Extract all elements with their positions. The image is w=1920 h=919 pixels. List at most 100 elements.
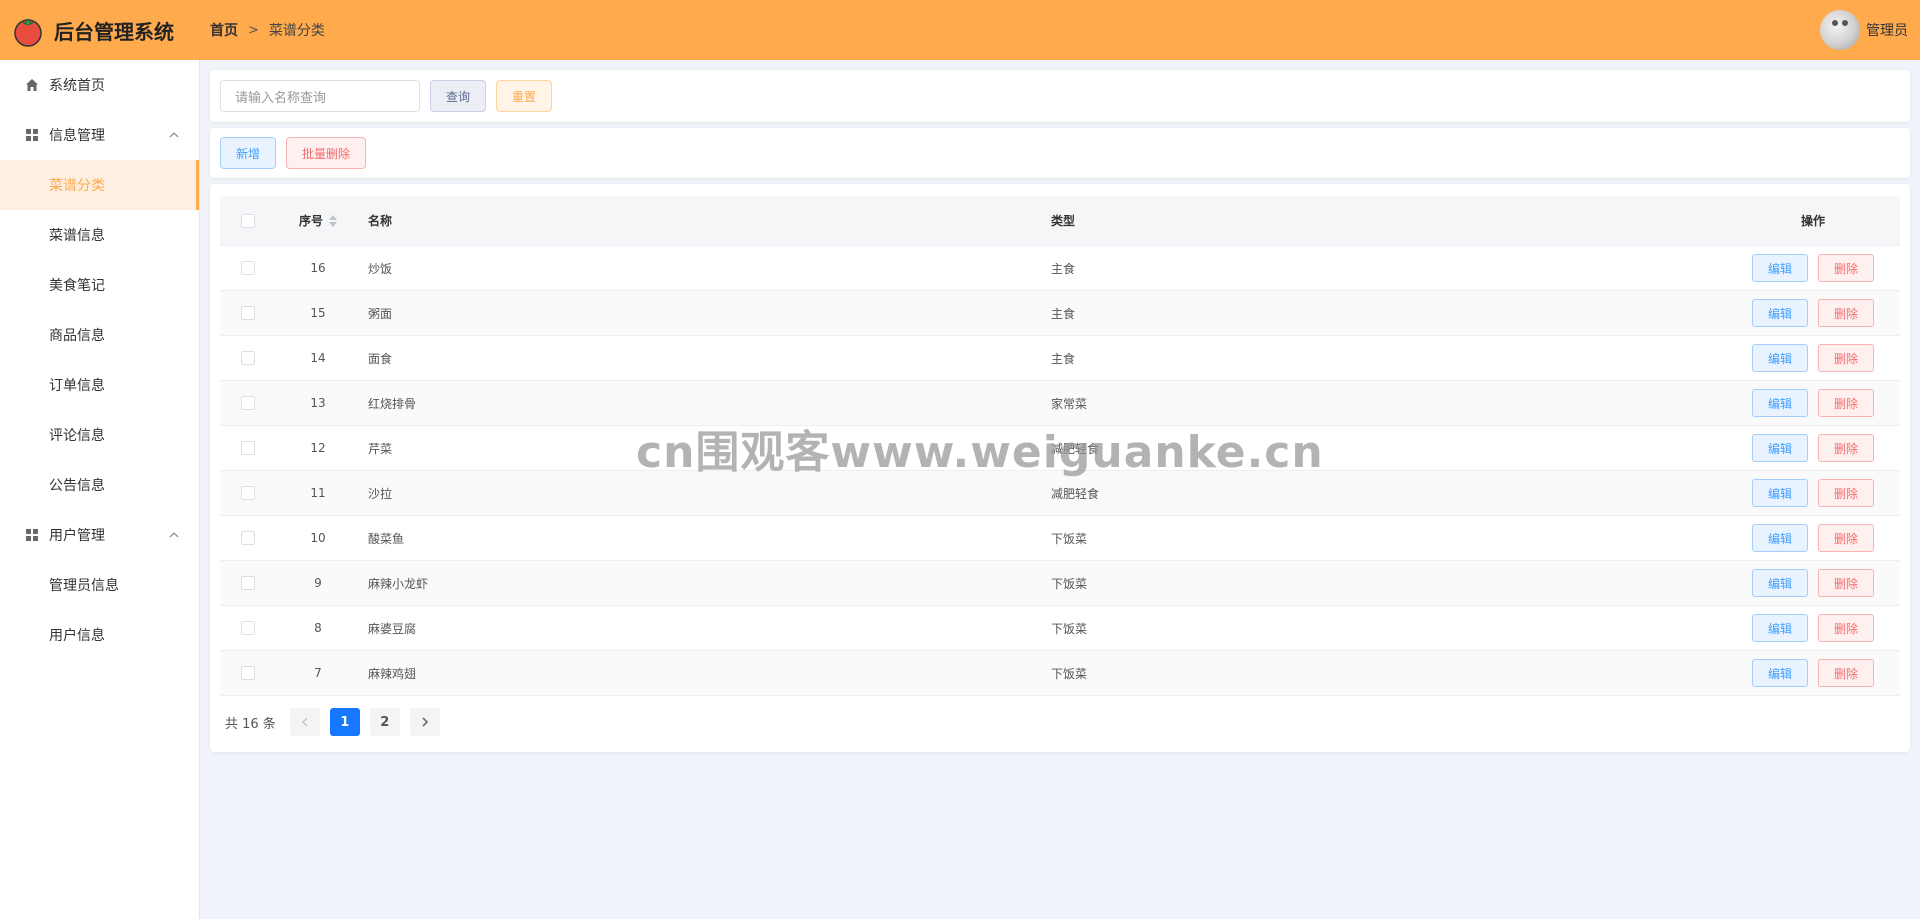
- table-row: 7 麻辣鸡翅 下饭菜 编辑 删除: [220, 651, 1900, 696]
- row-checkbox[interactable]: [241, 666, 255, 680]
- sidebar-item-home[interactable]: 系统首页: [0, 60, 199, 110]
- page-button-2[interactable]: 2: [369, 708, 400, 736]
- edit-button[interactable]: 编辑: [1752, 479, 1808, 507]
- search-input[interactable]: 请输入名称查询: [220, 80, 420, 112]
- cell-index: 12: [310, 441, 326, 455]
- logo: 后台管理系统: [0, 13, 200, 47]
- edit-button[interactable]: 编辑: [1752, 389, 1808, 417]
- cell-type: 下饭菜: [1051, 576, 1088, 591]
- sidebar-item-product-info[interactable]: 商品信息: [0, 310, 199, 360]
- page-button-1[interactable]: 1: [329, 708, 360, 736]
- delete-button[interactable]: 删除: [1818, 299, 1874, 327]
- table-body: 16 炒饭 主食 编辑 删除 15 粥面 主食 编辑 删除 14 面食 主食 编辑 删除 13 红烧排骨 家常菜编…: [220, 246, 1900, 696]
- table-row: 8 麻婆豆腐 下饭菜 编辑 删除: [220, 606, 1900, 651]
- row-checkbox[interactable]: [241, 486, 255, 500]
- header-index-label: 序号: [298, 214, 323, 228]
- select-all-checkbox[interactable]: [241, 213, 255, 228]
- table-row: 9 麻辣小龙虾 下饭菜 编辑 删除: [220, 561, 1900, 606]
- sidebar-item-user-info[interactable]: 用户信息: [0, 610, 199, 660]
- header-operation: 操作: [1800, 214, 1825, 228]
- table-header: 序号 名称 类型 操作: [220, 196, 1900, 246]
- row-checkbox[interactable]: [241, 441, 255, 455]
- header-name: 名称: [368, 214, 393, 228]
- cell-name: 面食: [368, 351, 393, 366]
- row-checkbox[interactable]: [241, 531, 255, 545]
- cell-type: 减肥轻食: [1051, 441, 1100, 456]
- pagination: 共 16 条 1 2: [220, 708, 1900, 736]
- row-checkbox[interactable]: [241, 306, 255, 320]
- sidebar-group-info-management[interactable]: 信息管理: [0, 110, 199, 160]
- action-bar: 新增 批量删除: [210, 128, 1910, 178]
- breadcrumb: 首页 > 菜谱分类: [210, 20, 325, 40]
- chevron-right-icon[interactable]: [409, 708, 440, 736]
- cell-index: 11: [310, 486, 326, 500]
- row-checkbox[interactable]: [241, 261, 255, 275]
- cell-type: 下饭菜: [1051, 666, 1088, 681]
- user-menu[interactable]: 管理员: [1820, 0, 1908, 60]
- breadcrumb-current: 菜谱分类: [268, 23, 325, 39]
- batch-delete-button[interactable]: 批量删除: [286, 137, 366, 169]
- delete-button[interactable]: 删除: [1818, 569, 1874, 597]
- cell-type: 减肥轻食: [1051, 486, 1100, 501]
- edit-button[interactable]: 编辑: [1752, 614, 1808, 642]
- search-bar: 请输入名称查询 查询 重置: [210, 70, 1910, 122]
- sidebar-item-recipe-info[interactable]: 菜谱信息: [0, 210, 199, 260]
- sidebar-item-notice-info[interactable]: 公告信息: [0, 460, 199, 510]
- row-checkbox[interactable]: [241, 621, 255, 635]
- chevron-left-icon[interactable]: [289, 708, 320, 736]
- sidebar-item-food-notes[interactable]: 美食笔记: [0, 260, 199, 310]
- header-type: 类型: [1051, 214, 1076, 228]
- top-header: 后台管理系统 首页 > 菜谱分类 管理员: [0, 0, 1920, 60]
- sidebar-item-admin-info[interactable]: 管理员信息: [0, 560, 199, 610]
- edit-button[interactable]: 编辑: [1752, 299, 1808, 327]
- cell-index: 15: [310, 306, 326, 320]
- sidebar: 系统首页 信息管理 菜谱分类 菜谱信息 美食笔记 商品信息 订单信息 评论信息 …: [0, 60, 200, 919]
- cell-type: 下饭菜: [1051, 621, 1088, 636]
- cell-name: 炒饭: [368, 261, 393, 276]
- sidebar-item-label: 系统首页: [49, 78, 105, 94]
- delete-button[interactable]: 删除: [1818, 659, 1874, 687]
- add-button[interactable]: 新增: [220, 137, 276, 169]
- sidebar-item-order-info[interactable]: 订单信息: [0, 360, 199, 410]
- cell-name: 麻婆豆腐: [368, 621, 417, 636]
- reset-button[interactable]: 重置: [496, 80, 552, 112]
- row-checkbox[interactable]: [241, 351, 255, 365]
- avatar[interactable]: [1820, 10, 1860, 50]
- delete-button[interactable]: 删除: [1818, 254, 1874, 282]
- sidebar-item-comment-info[interactable]: 评论信息: [0, 410, 199, 460]
- sort-icon[interactable]: [329, 214, 337, 227]
- row-checkbox[interactable]: [241, 576, 255, 590]
- table-row: 14 面食 主食 编辑 删除: [220, 336, 1900, 381]
- edit-button[interactable]: 编辑: [1752, 659, 1808, 687]
- query-button[interactable]: 查询: [430, 80, 486, 112]
- edit-button[interactable]: 编辑: [1752, 254, 1808, 282]
- table-row: 12 芹菜 减肥轻食 编辑 删除: [220, 426, 1900, 471]
- cell-type: 家常菜: [1051, 396, 1088, 411]
- delete-button[interactable]: 删除: [1818, 614, 1874, 642]
- header-index[interactable]: 序号: [276, 212, 360, 229]
- data-table: 序号 名称 类型 操作 16 炒饭 主食 编辑 删除 15 粥面 主食 编辑 删除 14 面食 主食 编辑…: [220, 196, 1900, 696]
- sidebar-group-user-management[interactable]: 用户管理: [0, 510, 199, 560]
- cell-index: 16: [310, 261, 326, 275]
- delete-button[interactable]: 删除: [1818, 434, 1874, 462]
- delete-button[interactable]: 删除: [1818, 524, 1874, 552]
- delete-button[interactable]: 删除: [1818, 479, 1874, 507]
- grid-icon: [24, 527, 40, 543]
- row-checkbox[interactable]: [241, 396, 255, 410]
- cell-index: 8: [314, 621, 322, 635]
- breadcrumb-home[interactable]: 首页: [210, 20, 238, 40]
- cell-type: 主食: [1051, 351, 1076, 366]
- edit-button[interactable]: 编辑: [1752, 569, 1808, 597]
- edit-button[interactable]: 编辑: [1752, 524, 1808, 552]
- edit-button[interactable]: 编辑: [1752, 344, 1808, 372]
- delete-button[interactable]: 删除: [1818, 344, 1874, 372]
- app-title: 后台管理系统: [54, 19, 174, 44]
- cell-type: 主食: [1051, 261, 1076, 276]
- sidebar-item-recipe-category[interactable]: 菜谱分类: [0, 160, 199, 210]
- delete-button[interactable]: 删除: [1818, 389, 1874, 417]
- main-content: 请输入名称查询 查询 重置 新增 批量删除 序号 名称 类型 操作 16 炒饭 主食…: [210, 70, 1910, 752]
- edit-button[interactable]: 编辑: [1752, 434, 1808, 462]
- user-name[interactable]: 管理员: [1866, 20, 1908, 40]
- tomato-icon: [12, 13, 44, 47]
- cell-name: 酸菜鱼: [368, 531, 405, 546]
